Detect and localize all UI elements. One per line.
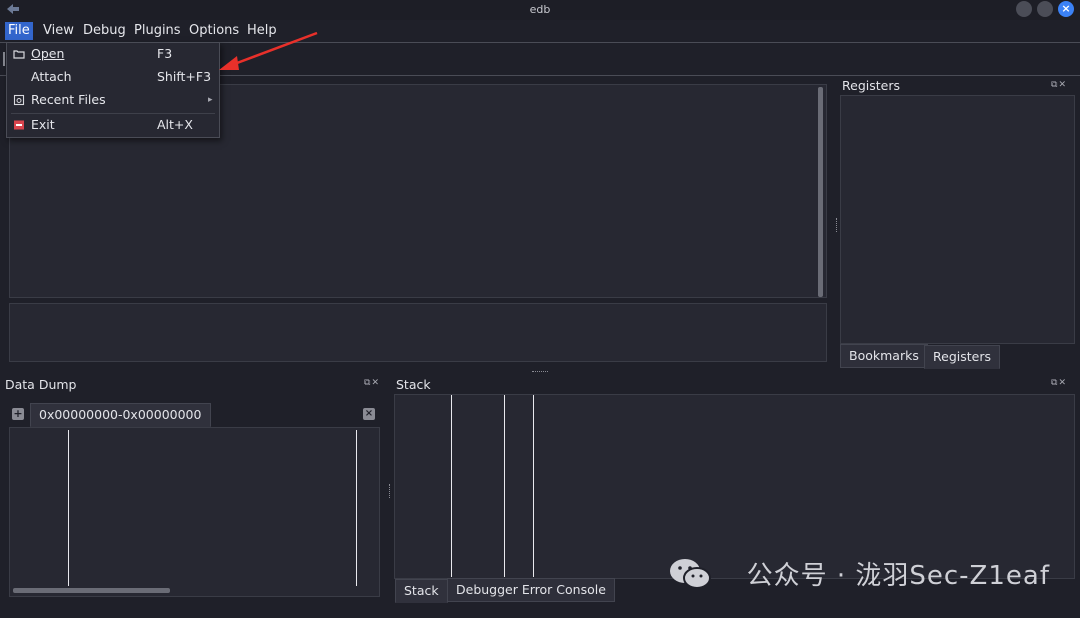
tab-stack[interactable]: Stack [395, 579, 448, 603]
data-dump-dock-controls[interactable]: ⧉✕ [364, 378, 380, 388]
close-icon[interactable]: ✕ [371, 378, 380, 388]
submenu-arrow-icon: ▸ [208, 95, 213, 105]
stack-column-divider-1 [451, 395, 452, 577]
wechat-logo-icon [670, 559, 711, 589]
menu-plugins[interactable]: Plugins [131, 22, 184, 40]
menu-debug[interactable]: Debug [80, 22, 129, 40]
tab-bookmarks[interactable]: Bookmarks [840, 344, 928, 368]
add-tab-icon[interactable]: + [12, 408, 24, 420]
menu-bar: File View Debug Plugins Options Help [0, 20, 1080, 42]
stack-column-divider-2 [504, 395, 505, 577]
menu-item-exit-label: Exit [31, 117, 55, 132]
data-dump-view[interactable] [9, 427, 380, 597]
menu-item-attach-shortcut: Shift+F3 [157, 69, 212, 84]
menu-item-open[interactable]: Open F3 [7, 43, 219, 65]
stack-title: Stack [396, 377, 431, 392]
stack-dock-controls[interactable]: ⧉✕ [1051, 378, 1067, 388]
menu-file[interactable]: File [5, 22, 33, 40]
recent-files-icon [13, 94, 25, 106]
stack-column-divider-3 [533, 395, 534, 577]
data-dump-title: Data Dump [5, 377, 77, 392]
data-dump-hscrollbar[interactable] [13, 588, 170, 593]
registers-title: Registers [842, 78, 900, 93]
menu-item-attach[interactable]: Attach Shift+F3 [7, 66, 219, 88]
horizontal-splitter-handle[interactable] [532, 371, 548, 374]
folder-open-icon [13, 48, 25, 60]
toolbar-handle[interactable] [3, 52, 5, 66]
menu-item-attach-label: Attach [31, 69, 72, 84]
tab-debugger-error-console[interactable]: Debugger Error Console [447, 578, 615, 602]
registers-view[interactable] [840, 95, 1075, 344]
menu-item-recent-files[interactable]: Recent Files ▸ [7, 89, 219, 111]
window-title: edb [529, 3, 551, 16]
maximize-button[interactable] [1037, 1, 1053, 17]
close-icon[interactable]: ✕ [1058, 80, 1067, 90]
close-icon[interactable]: ✕ [1058, 378, 1067, 388]
annotation-arrow-icon [219, 31, 318, 70]
close-tab-icon[interactable]: × [363, 408, 375, 420]
menu-item-open-label: Open [31, 46, 65, 61]
menu-item-recent-files-label: Recent Files [31, 92, 106, 107]
tab-registers[interactable]: Registers [924, 345, 1000, 369]
bottom-splitter-handle[interactable] [389, 484, 392, 498]
dump-column-divider-address [68, 430, 69, 586]
instruction-info-view[interactable] [9, 303, 827, 362]
registers-dock-controls[interactable]: ⧉✕ [1051, 80, 1067, 90]
exit-icon [13, 119, 25, 131]
close-icon: × [1061, 2, 1071, 15]
disassembly-scrollbar[interactable] [818, 87, 823, 297]
watermark-text: 公众号 · 泷羽Sec-Z1eaf [746, 561, 1050, 591]
menu-item-exit[interactable]: Exit Alt+X [7, 114, 219, 136]
file-menu-dropdown: Open F3 Attach Shift+F3 Recent Files ▸ E… [6, 42, 220, 138]
dump-column-divider-ascii [356, 430, 357, 586]
close-button[interactable]: × [1058, 1, 1074, 17]
menu-item-exit-shortcut: Alt+X [157, 117, 193, 132]
menu-item-open-shortcut: F3 [157, 46, 173, 61]
menu-view[interactable]: View [40, 22, 77, 40]
title-bar: edb × [0, 0, 1080, 20]
minimize-button[interactable] [1016, 1, 1032, 17]
stack-view[interactable] [394, 394, 1075, 579]
tab-data-dump-range[interactable]: 0x00000000-0x00000000 [30, 403, 211, 427]
vertical-splitter-handle[interactable] [836, 218, 839, 232]
